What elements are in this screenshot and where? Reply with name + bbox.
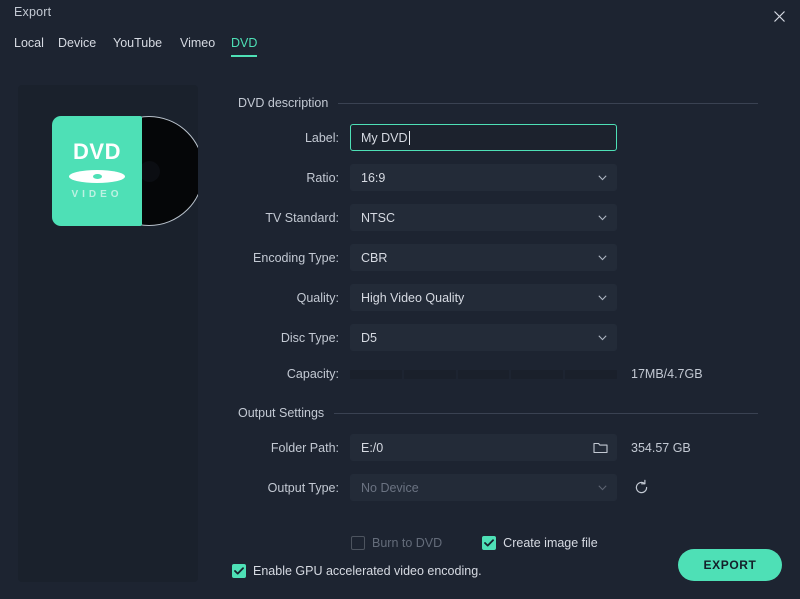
capacity-segment [350, 369, 402, 379]
chevron-down-icon [598, 214, 607, 220]
dvd-preview-panel: DVD VIDEO [18, 85, 198, 582]
export-dialog: Export Local Device YouTube Vimeo DVD DV… [0, 0, 800, 599]
tab-device[interactable]: Device [58, 36, 96, 57]
capacity-segment [565, 369, 617, 379]
section-dvd-description: DVD description [238, 96, 758, 110]
close-button[interactable] [766, 4, 792, 28]
folder-browse-button[interactable] [592, 440, 609, 456]
encoding-type-select[interactable]: CBR [350, 244, 617, 271]
check-icon [484, 539, 495, 547]
row-quality: Quality: High Video Quality [238, 284, 758, 311]
burn-to-dvd-label: Burn to DVD [372, 536, 443, 550]
dvd-case-title: DVD [73, 139, 121, 164]
disc-type-select[interactable]: D5 [350, 324, 617, 351]
output-target-checkboxes: Burn to DVD Create image file [238, 536, 758, 550]
encoding-type-value: CBR [361, 250, 388, 265]
chevron-down-icon [598, 484, 607, 490]
capacity-segment [511, 369, 564, 379]
capacity-label: Capacity: [286, 367, 339, 381]
row-ratio: Ratio: 16:9 [238, 164, 758, 191]
output-type-select: No Device [350, 474, 617, 501]
tab-youtube[interactable]: YouTube [113, 36, 162, 57]
disc-type-label: Disc Type: [280, 330, 339, 345]
export-button[interactable]: EXPORT [678, 549, 782, 581]
title-bar: Export [0, 0, 800, 34]
folder-path-value: E:/0 [361, 440, 384, 455]
dvd-case: DVD VIDEO [52, 116, 142, 226]
chevron-down-icon [598, 174, 607, 180]
free-space-value: 354.57 GB [631, 440, 691, 455]
quality-label: Quality: [296, 290, 339, 305]
quality-select[interactable]: High Video Quality [350, 284, 617, 311]
output-type-value: No Device [361, 480, 419, 495]
row-folder-path: Folder Path: E:/0 354.57 GB [238, 434, 758, 461]
folder-path-label: Folder Path: [270, 440, 339, 455]
quality-value: High Video Quality [361, 290, 465, 305]
text-caret [408, 130, 410, 145]
capacity-segment [403, 369, 456, 379]
row-output-type: Output Type: No Device [238, 474, 758, 501]
capacity-value: 17MB/4.7GB [631, 367, 703, 381]
folder-path-input[interactable]: E:/0 [350, 434, 617, 461]
create-image-file-label: Create image file [503, 536, 598, 550]
folder-icon [593, 442, 608, 454]
tab-local[interactable]: Local [14, 36, 44, 57]
output-type-label: Output Type: [267, 480, 339, 495]
enable-gpu-label: Enable GPU accelerated video encoding. [253, 564, 482, 578]
chevron-down-icon [598, 254, 607, 260]
row-label: Label: My DVD [238, 124, 758, 151]
burn-to-dvd-checkbox: Burn to DVD [351, 536, 442, 550]
tab-bar: Local Device YouTube Vimeo DVD [0, 36, 800, 64]
ratio-value: 16:9 [361, 170, 386, 185]
tv-standard-value: NTSC [361, 210, 396, 225]
section-divider [334, 412, 758, 414]
chevron-down-icon [598, 294, 607, 300]
row-tv-standard: TV Standard: NTSC [238, 204, 758, 231]
ratio-label: Ratio: [306, 170, 339, 185]
encoding-type-label: Encoding Type: [253, 250, 339, 265]
checkbox-box [351, 536, 365, 550]
section-divider [338, 102, 758, 104]
section-output-settings-label: Output Settings [238, 406, 325, 420]
section-output-settings: Output Settings [238, 406, 758, 420]
chevron-down-icon [598, 334, 607, 340]
row-disc-type: Disc Type: D5 [238, 324, 758, 351]
create-image-file-checkbox[interactable]: Create image file [482, 536, 598, 550]
ratio-select[interactable]: 16:9 [350, 164, 617, 191]
label-input-value: My DVD [361, 130, 408, 145]
checkbox-box [232, 564, 246, 578]
row-capacity: Capacity: 17MB/4.7GB [238, 364, 758, 384]
dvd-logo-icon [69, 170, 125, 183]
tv-standard-label: TV Standard: [265, 210, 339, 225]
checkbox-box [482, 536, 497, 550]
capacity-segment [457, 369, 510, 379]
tab-vimeo[interactable]: Vimeo [180, 36, 215, 57]
close-icon [773, 10, 785, 22]
window-title: Export [14, 5, 52, 19]
refresh-icon [635, 479, 647, 494]
settings-form: DVD description Label: My DVD Ratio: 16:… [238, 96, 758, 514]
tab-dvd[interactable]: DVD [231, 36, 258, 57]
enable-gpu-checkbox[interactable]: Enable GPU accelerated video encoding. [232, 564, 482, 578]
disc-type-value: D5 [361, 330, 377, 345]
refresh-devices-button[interactable] [631, 478, 651, 498]
check-icon [234, 567, 244, 575]
tv-standard-select[interactable]: NTSC [350, 204, 617, 231]
row-encoding-type: Encoding Type: CBR [238, 244, 758, 271]
dvd-artwork: DVD VIDEO [52, 116, 198, 226]
label-field-label: Label: [304, 130, 339, 145]
label-input[interactable]: My DVD [350, 124, 617, 151]
capacity-bar [350, 369, 617, 379]
section-dvd-description-label: DVD description [238, 96, 329, 110]
dvd-case-subtitle: VIDEO [71, 189, 123, 200]
